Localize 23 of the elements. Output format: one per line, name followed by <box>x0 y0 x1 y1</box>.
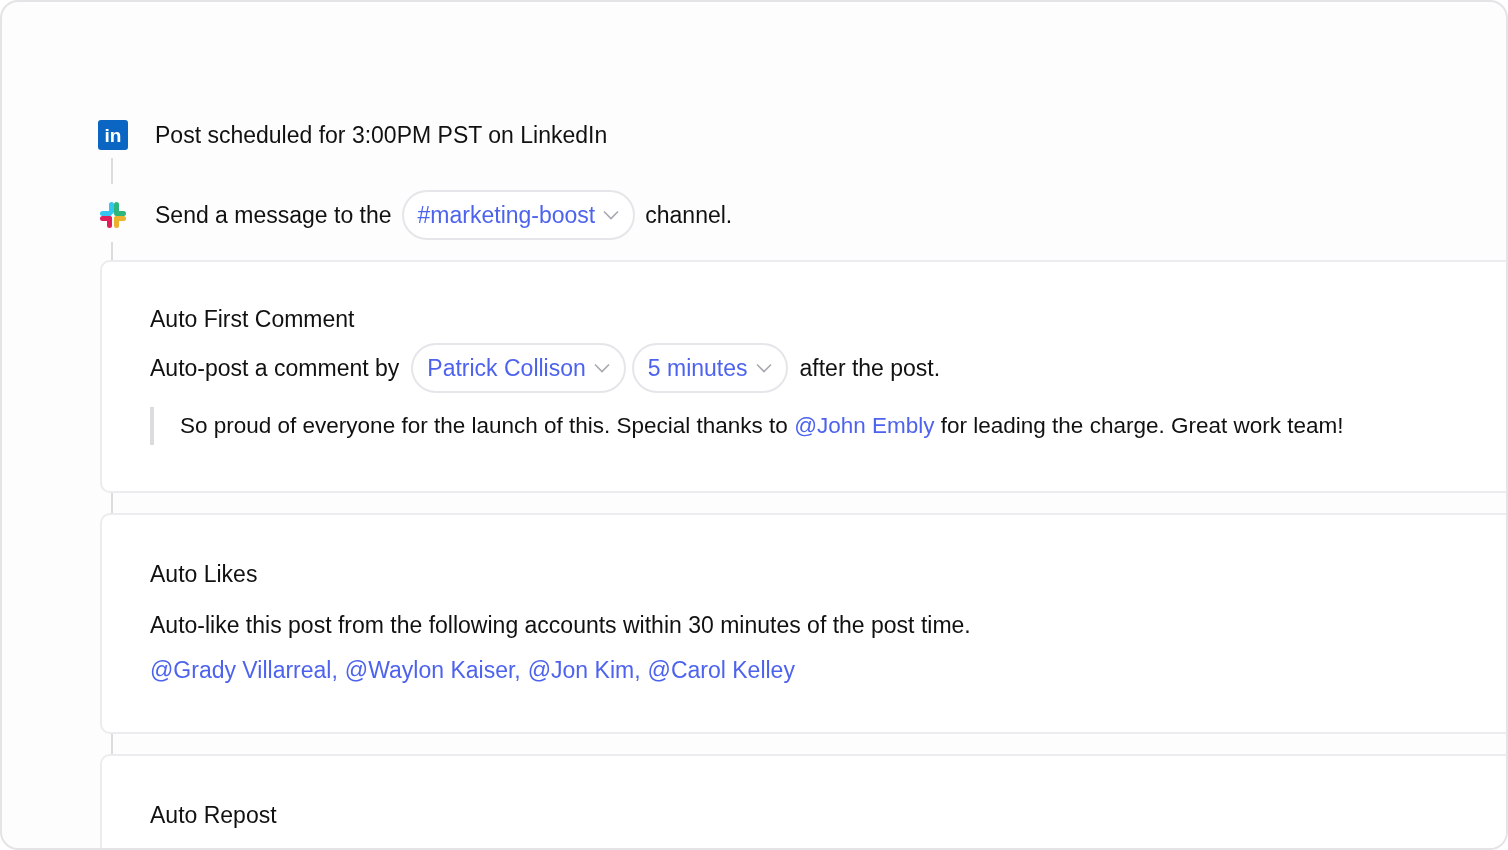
card-title: Auto First Comment <box>150 306 356 333</box>
step-text: Post scheduled for 3:00PM PST on LinkedIn <box>155 121 608 149</box>
mention-link[interactable]: @Grady Villarreal, <box>150 657 338 684</box>
slack-logo-icon <box>99 201 127 229</box>
mention-link[interactable]: @John Embly <box>794 413 935 438</box>
chevron-down-icon <box>603 210 620 220</box>
mention-link[interactable]: @Jon Kim, <box>527 657 641 684</box>
dropdown[interactable]: 5 minutes <box>631 343 788 393</box>
card-title: Auto Repost <box>150 802 278 829</box>
comment-quote: So proud of everyone for the launch of this. Special thanks to @John Embly for leading the charge. Great work team! <box>150 407 1506 445</box>
step-text: Send a message to the <box>155 201 392 229</box>
dropdown[interactable]: Patrick Collison <box>411 343 626 393</box>
rule-text: after the post. <box>799 354 941 382</box>
linkedin-logo-icon: in <box>98 120 128 150</box>
chevron-down-icon <box>755 363 772 373</box>
mention-link[interactable]: @Waylon Kaiser, <box>344 657 521 684</box>
dropdown[interactable]: #marketing-boost <box>401 190 636 240</box>
chevron-down-icon <box>593 363 610 373</box>
card-title: Auto Likes <box>150 561 259 588</box>
mention-link[interactable]: @Carol Kelley <box>647 657 795 684</box>
rule-text: Auto-like this post from the following accounts within 30 minutes of the post time. <box>150 612 972 639</box>
rule-text: Auto-post a comment by <box>150 354 400 382</box>
step-text: channel. <box>645 201 733 229</box>
